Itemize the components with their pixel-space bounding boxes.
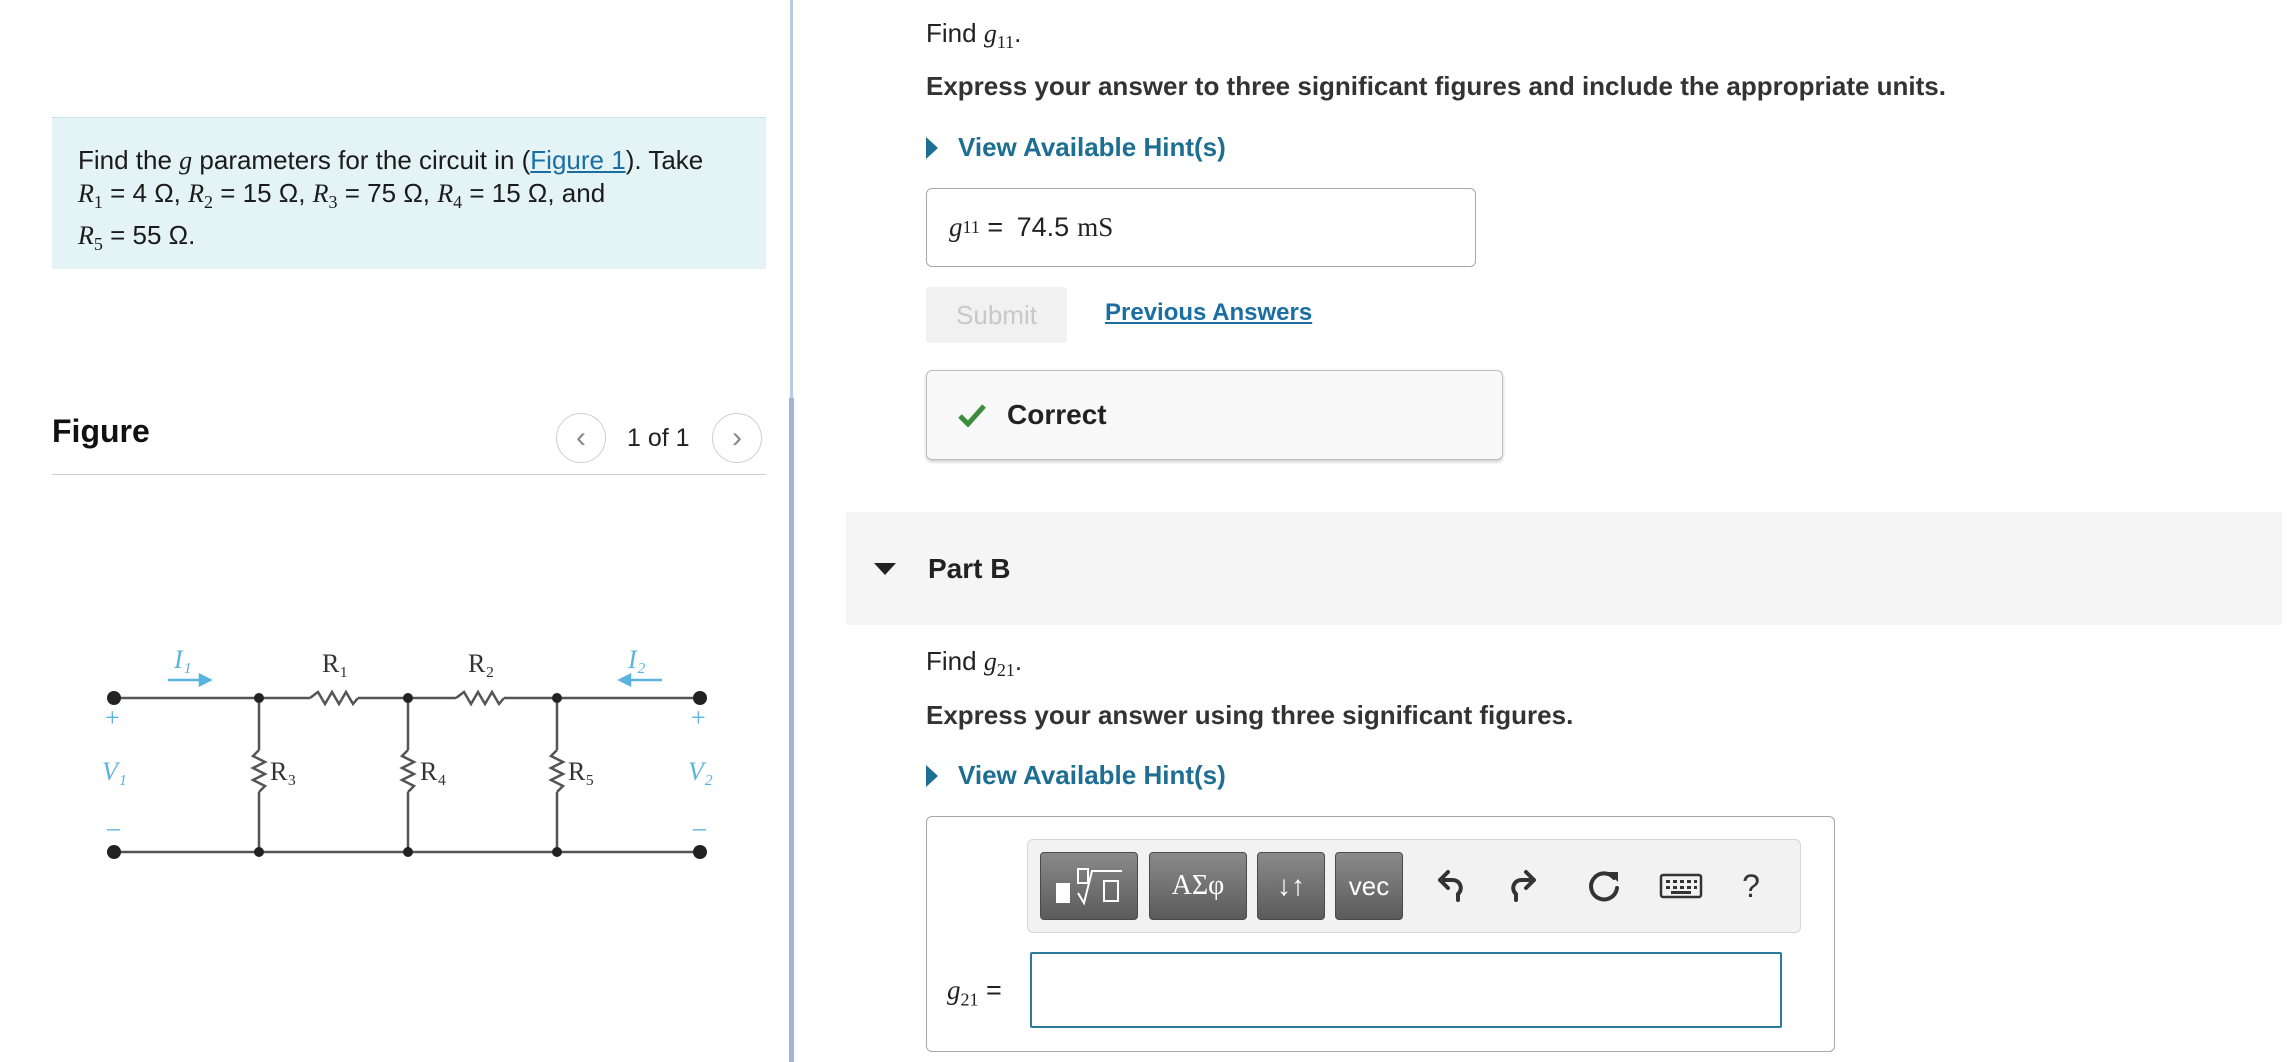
r2-value: = 15 Ω, bbox=[212, 178, 313, 208]
redo-icon bbox=[1511, 870, 1536, 902]
fraction-sqrt-icon bbox=[1056, 868, 1122, 906]
help-button[interactable]: ? bbox=[1723, 858, 1779, 914]
part-b-hint-label: View Available Hint(s) bbox=[958, 760, 1226, 790]
part-b-var-sub: 21 bbox=[996, 660, 1015, 681]
arrows-button[interactable]: ↓↑ bbox=[1257, 852, 1325, 920]
part-a-answer-field[interactable]: g 11 = 74.5 mS bbox=[926, 188, 1476, 267]
part-a-var: g bbox=[983, 19, 997, 48]
part-a-find-suffix: . bbox=[1014, 18, 1022, 48]
previous-answers-link[interactable]: Previous Answers bbox=[1105, 299, 1312, 327]
i2-label: I₂ bbox=[627, 645, 646, 674]
problem-text-intro: Find the bbox=[78, 145, 180, 175]
g-symbol: g bbox=[179, 146, 193, 175]
figure-header: Figure ‹ 1 of 1 › bbox=[52, 405, 766, 475]
part-a-hint-toggle[interactable]: View Available Hint(s) bbox=[926, 132, 1226, 163]
undo-button[interactable] bbox=[1420, 858, 1476, 914]
caret-down-icon bbox=[874, 562, 896, 575]
r5-label: R₅ bbox=[568, 757, 594, 786]
part-b-instruction: Express your answer using three signific… bbox=[926, 700, 1574, 730]
r4-symbol: R bbox=[437, 179, 454, 208]
part-b-var: g bbox=[983, 647, 997, 676]
vec-button[interactable]: vec bbox=[1335, 852, 1403, 920]
r3-value: = 75 Ω, bbox=[337, 178, 438, 208]
i1-label: I₁ bbox=[173, 645, 192, 674]
part-a-answer-unit: mS bbox=[1077, 212, 1114, 242]
v1-label: V₁ bbox=[102, 757, 127, 786]
figure-title: Figure bbox=[52, 413, 150, 449]
r1-value: = 4 Ω, bbox=[102, 178, 189, 208]
v2-plus: + bbox=[691, 703, 706, 732]
part-a-instruction: Express your answer to three significant… bbox=[926, 71, 1946, 101]
undo-icon bbox=[1438, 870, 1463, 902]
part-b-find: Find g21. bbox=[926, 646, 1022, 681]
r4-value: = 15 Ω, and bbox=[462, 178, 606, 208]
r2-sub: 2 bbox=[203, 192, 213, 213]
chevron-left-icon: ‹ bbox=[576, 421, 586, 454]
r4-sub: 4 bbox=[453, 192, 463, 213]
figure-link[interactable]: Figure 1 bbox=[530, 145, 625, 175]
part-b-answer-input[interactable] bbox=[1030, 952, 1782, 1028]
caret-right-icon bbox=[926, 764, 938, 787]
r3-label: R₃ bbox=[270, 757, 296, 786]
problem-statement: Find the g parameters for the circuit in… bbox=[52, 117, 766, 269]
templates-button[interactable] bbox=[1040, 852, 1138, 920]
problem-text-mid: parameters for the circuit in ( bbox=[192, 145, 531, 175]
r3-symbol: R bbox=[312, 179, 329, 208]
submit-button[interactable]: Submit bbox=[926, 287, 1067, 343]
r5-value: = 55 Ω. bbox=[102, 220, 196, 251]
r1-symbol: R bbox=[78, 179, 94, 208]
keyboard-icon bbox=[1659, 873, 1703, 899]
r2-label: R₂ bbox=[468, 649, 494, 678]
r1-label: R₁ bbox=[322, 649, 348, 678]
r3-sub: 3 bbox=[328, 192, 338, 213]
part-a-var-sub: 11 bbox=[996, 32, 1015, 53]
part-b-answer-label: g21 = bbox=[947, 975, 1002, 1010]
part-a-answer-eq: = bbox=[979, 212, 1011, 242]
part-b-answer-var-sub: 21 bbox=[960, 989, 979, 1010]
circuit-diagram: I₁ I₂ R₁ R₂ R₃ R₄ R₅ V₁ V₂ + + – – bbox=[102, 645, 713, 859]
part-a-find-prefix: Find bbox=[926, 18, 984, 48]
feedback-label: Correct bbox=[1007, 399, 1107, 430]
greek-symbols-button[interactable]: ΑΣφ bbox=[1149, 852, 1247, 920]
feedback-correct: Correct bbox=[926, 370, 1503, 460]
part-b-header[interactable]: Part B bbox=[846, 512, 2282, 625]
part-b-answer-eq: = bbox=[978, 975, 1002, 1005]
r4-label: R₄ bbox=[420, 757, 446, 786]
r5-symbol: R bbox=[78, 221, 94, 251]
part-b-find-suffix: . bbox=[1014, 646, 1023, 676]
part-b-title: Part B bbox=[928, 552, 1011, 584]
v1-minus: – bbox=[106, 813, 121, 842]
part-b-answer-panel: ΑΣφ ↓↑ vec ? g21 = bbox=[926, 816, 1835, 1052]
part-b-answer-var: g bbox=[947, 975, 961, 1005]
part-a-answer-var: g bbox=[949, 212, 963, 242]
checkmark-icon bbox=[958, 404, 986, 427]
math-toolbar: ΑΣφ ↓↑ vec ? bbox=[1027, 839, 1801, 933]
r5-sub: 5 bbox=[93, 234, 103, 255]
v2-label: V₂ bbox=[688, 757, 713, 786]
problem-text-after-link: ). Take bbox=[625, 145, 704, 175]
part-b-hint-toggle[interactable]: View Available Hint(s) bbox=[926, 760, 1226, 791]
part-a-hint-label: View Available Hint(s) bbox=[958, 132, 1226, 162]
part-b-find-prefix: Find bbox=[926, 646, 984, 676]
r1-sub: 1 bbox=[93, 192, 103, 213]
keyboard-button[interactable] bbox=[1653, 858, 1709, 914]
r2-symbol: R bbox=[188, 179, 204, 208]
reset-button[interactable] bbox=[1576, 858, 1632, 914]
part-a-answer-value: 74.5 bbox=[1016, 212, 1070, 242]
right-pane: Find g11. Express your answer to three s… bbox=[794, 0, 2292, 1062]
reset-icon bbox=[1589, 871, 1619, 902]
figure-counter: 1 of 1 bbox=[627, 424, 690, 452]
part-a-answer-var-sub: 11 bbox=[962, 217, 980, 237]
caret-right-icon bbox=[926, 136, 938, 159]
part-a-find: Find g11. bbox=[926, 18, 1021, 53]
chevron-right-icon: › bbox=[732, 421, 742, 454]
left-pane: Find the g parameters for the circuit in… bbox=[0, 0, 792, 1062]
figure-next-button[interactable]: › bbox=[712, 413, 762, 463]
redo-button[interactable] bbox=[1498, 858, 1554, 914]
v2-minus: – bbox=[692, 813, 707, 842]
figure-prev-button[interactable]: ‹ bbox=[556, 413, 606, 463]
v1-plus: + bbox=[105, 703, 120, 732]
